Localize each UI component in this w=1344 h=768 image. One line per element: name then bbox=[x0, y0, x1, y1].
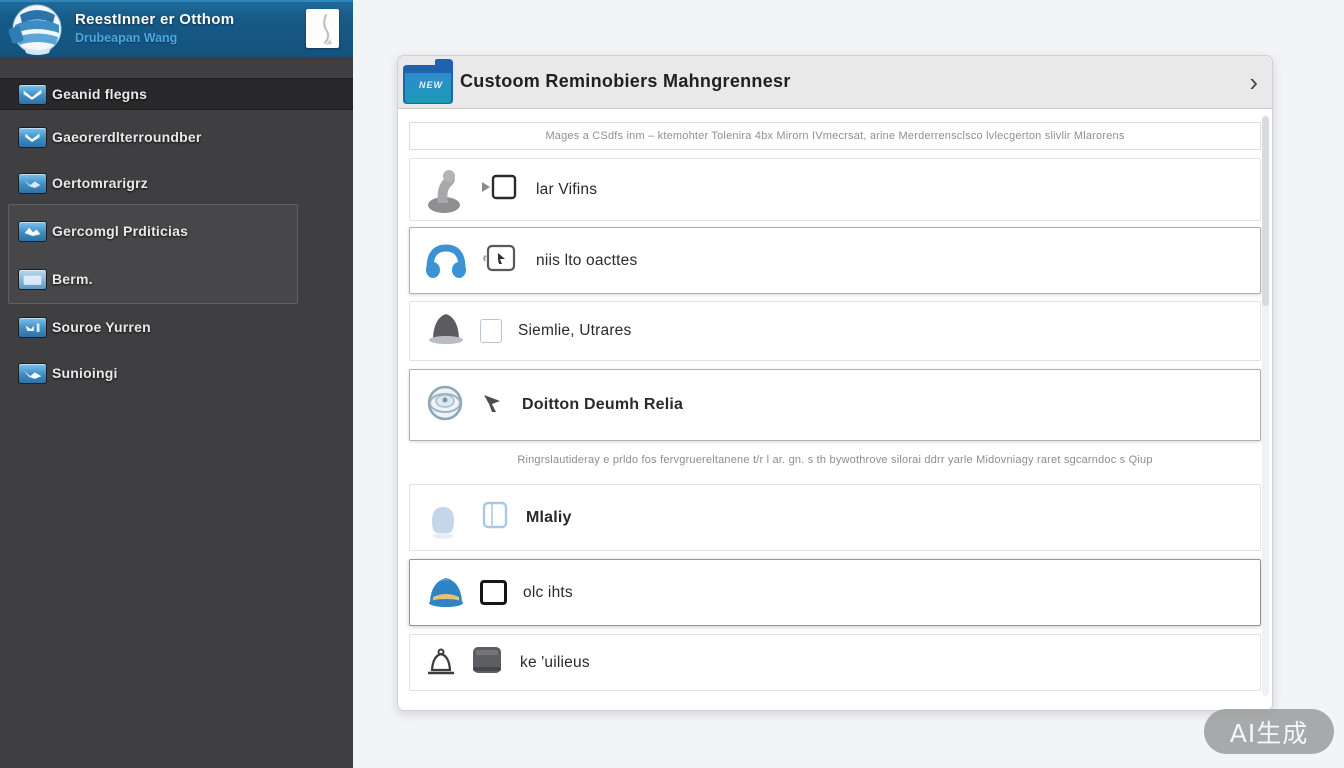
sidebar-item-2[interactable]: Oertomrarigrz bbox=[0, 168, 353, 200]
main-area: NEW Custoom Reminobiers Mahngrennesr › M… bbox=[353, 0, 1344, 768]
checkbox-bold[interactable] bbox=[480, 580, 507, 605]
reminder-row[interactable]: lar Vifins bbox=[409, 158, 1261, 221]
app-header: ReestInner er Otthom Drubeapan Wang bbox=[0, 0, 353, 57]
solid-dark-box[interactable] bbox=[470, 645, 504, 680]
statue-icon bbox=[424, 167, 468, 213]
app-logo-icon bbox=[8, 3, 63, 58]
reminder-row[interactable]: ke 'uilieus bbox=[409, 634, 1261, 691]
mail-tile-icon bbox=[18, 221, 47, 242]
sidebar-item-label: Geanid flegns bbox=[52, 86, 147, 102]
sidebar-item-1[interactable]: Gaeorerdlterroundber bbox=[0, 122, 353, 154]
panel-header: NEW Custoom Reminobiers Mahngrennesr › bbox=[398, 56, 1272, 109]
sidebar-item-label: Gaeorerdlterroundber bbox=[52, 129, 201, 145]
sidebar-item-6[interactable]: Sunioingi bbox=[0, 358, 353, 390]
sidebar-item-3[interactable]: Gercomgl Prditicias bbox=[0, 216, 353, 248]
bell-outline-icon bbox=[424, 640, 458, 686]
reminder-label: Doitton Deumh Relia bbox=[522, 396, 683, 414]
intro-text: Mages a CSdfs inm – ktemohter Tolenira 4… bbox=[545, 130, 1124, 142]
reminder-row[interactable]: Mlaliy bbox=[409, 484, 1261, 551]
sidebar-item-0[interactable]: Geanid flegns bbox=[0, 78, 353, 110]
sidebar-item-4[interactable]: Berm. bbox=[0, 264, 353, 296]
mail-tile-icon bbox=[18, 127, 47, 148]
document-icon[interactable] bbox=[306, 9, 339, 48]
new-folder-icon: NEW bbox=[401, 59, 455, 106]
sidebar-item-label: Oertomrarigrz bbox=[52, 175, 148, 191]
reminder-label: niis lto oacttes bbox=[536, 252, 637, 270]
reminders-panel: NEW Custoom Reminobiers Mahngrennesr › M… bbox=[397, 55, 1273, 711]
reminder-label: ke 'uilieus bbox=[520, 654, 590, 672]
reminder-row[interactable]: olc ihts bbox=[409, 559, 1261, 626]
screen: ReestInner er Otthom Drubeapan Wang Gean… bbox=[0, 0, 1344, 768]
mail-tile-icon bbox=[18, 363, 47, 384]
box-outline-blue[interactable] bbox=[480, 500, 510, 535]
reminder-label: Siemlie, Utrares bbox=[518, 322, 631, 340]
sidebar-item-5[interactable]: Souroe Yurren bbox=[0, 312, 353, 344]
app-subtitle: Drubeapan Wang bbox=[75, 31, 177, 45]
intro-strip: Mages a CSdfs inm – ktemohter Tolenira 4… bbox=[409, 122, 1261, 150]
bell-gray-icon bbox=[424, 308, 468, 354]
reminder-row[interactable]: niis lto oacttes bbox=[409, 227, 1261, 294]
mail-tile-icon bbox=[18, 84, 47, 105]
scrollbar[interactable] bbox=[1262, 116, 1269, 696]
chevron-right-icon[interactable]: › bbox=[1249, 66, 1258, 98]
reminder-label: lar Vifins bbox=[536, 181, 597, 199]
hat-icon bbox=[424, 570, 468, 616]
mail-tile-icon bbox=[18, 173, 47, 194]
checkbox-empty-light[interactable] bbox=[480, 319, 502, 343]
globe-icon bbox=[424, 382, 468, 428]
cursor-arrow[interactable] bbox=[480, 391, 506, 420]
reminder-row[interactable]: Doitton Deumh Relia bbox=[409, 369, 1261, 441]
headphones-icon bbox=[424, 238, 468, 284]
middle-hint-text: Ringrslautideray e prldo fos fervgruerel… bbox=[409, 454, 1261, 466]
ai-watermark-badge: AI生成 bbox=[1204, 709, 1334, 754]
panel-title: Custoom Reminobiers Mahngrennesr bbox=[460, 71, 791, 92]
sidebar-item-label: Souroe Yurren bbox=[52, 319, 151, 335]
reminder-row[interactable]: Siemlie, Utrares bbox=[409, 301, 1261, 361]
sidebar: ReestInner er Otthom Drubeapan Wang Gean… bbox=[0, 0, 353, 768]
mail-tile-icon bbox=[18, 317, 47, 338]
blob-icon bbox=[424, 495, 468, 541]
checkbox-with-pointer[interactable] bbox=[480, 174, 520, 205]
sidebar-item-label: Gercomgl Prditicias bbox=[52, 223, 188, 239]
sidebar-item-label: Sunioingi bbox=[52, 365, 118, 381]
folder-tile-icon bbox=[18, 269, 47, 290]
scrollbar-thumb[interactable] bbox=[1262, 116, 1269, 306]
folder-badge: NEW bbox=[415, 80, 447, 90]
sidebar-item-label: Berm. bbox=[52, 271, 93, 287]
reminder-label: olc ihts bbox=[523, 584, 573, 602]
reminder-label: Mlaliy bbox=[526, 509, 572, 527]
app-title: ReestInner er Otthom bbox=[75, 11, 234, 28]
checkbox-with-cursor[interactable] bbox=[480, 244, 520, 277]
